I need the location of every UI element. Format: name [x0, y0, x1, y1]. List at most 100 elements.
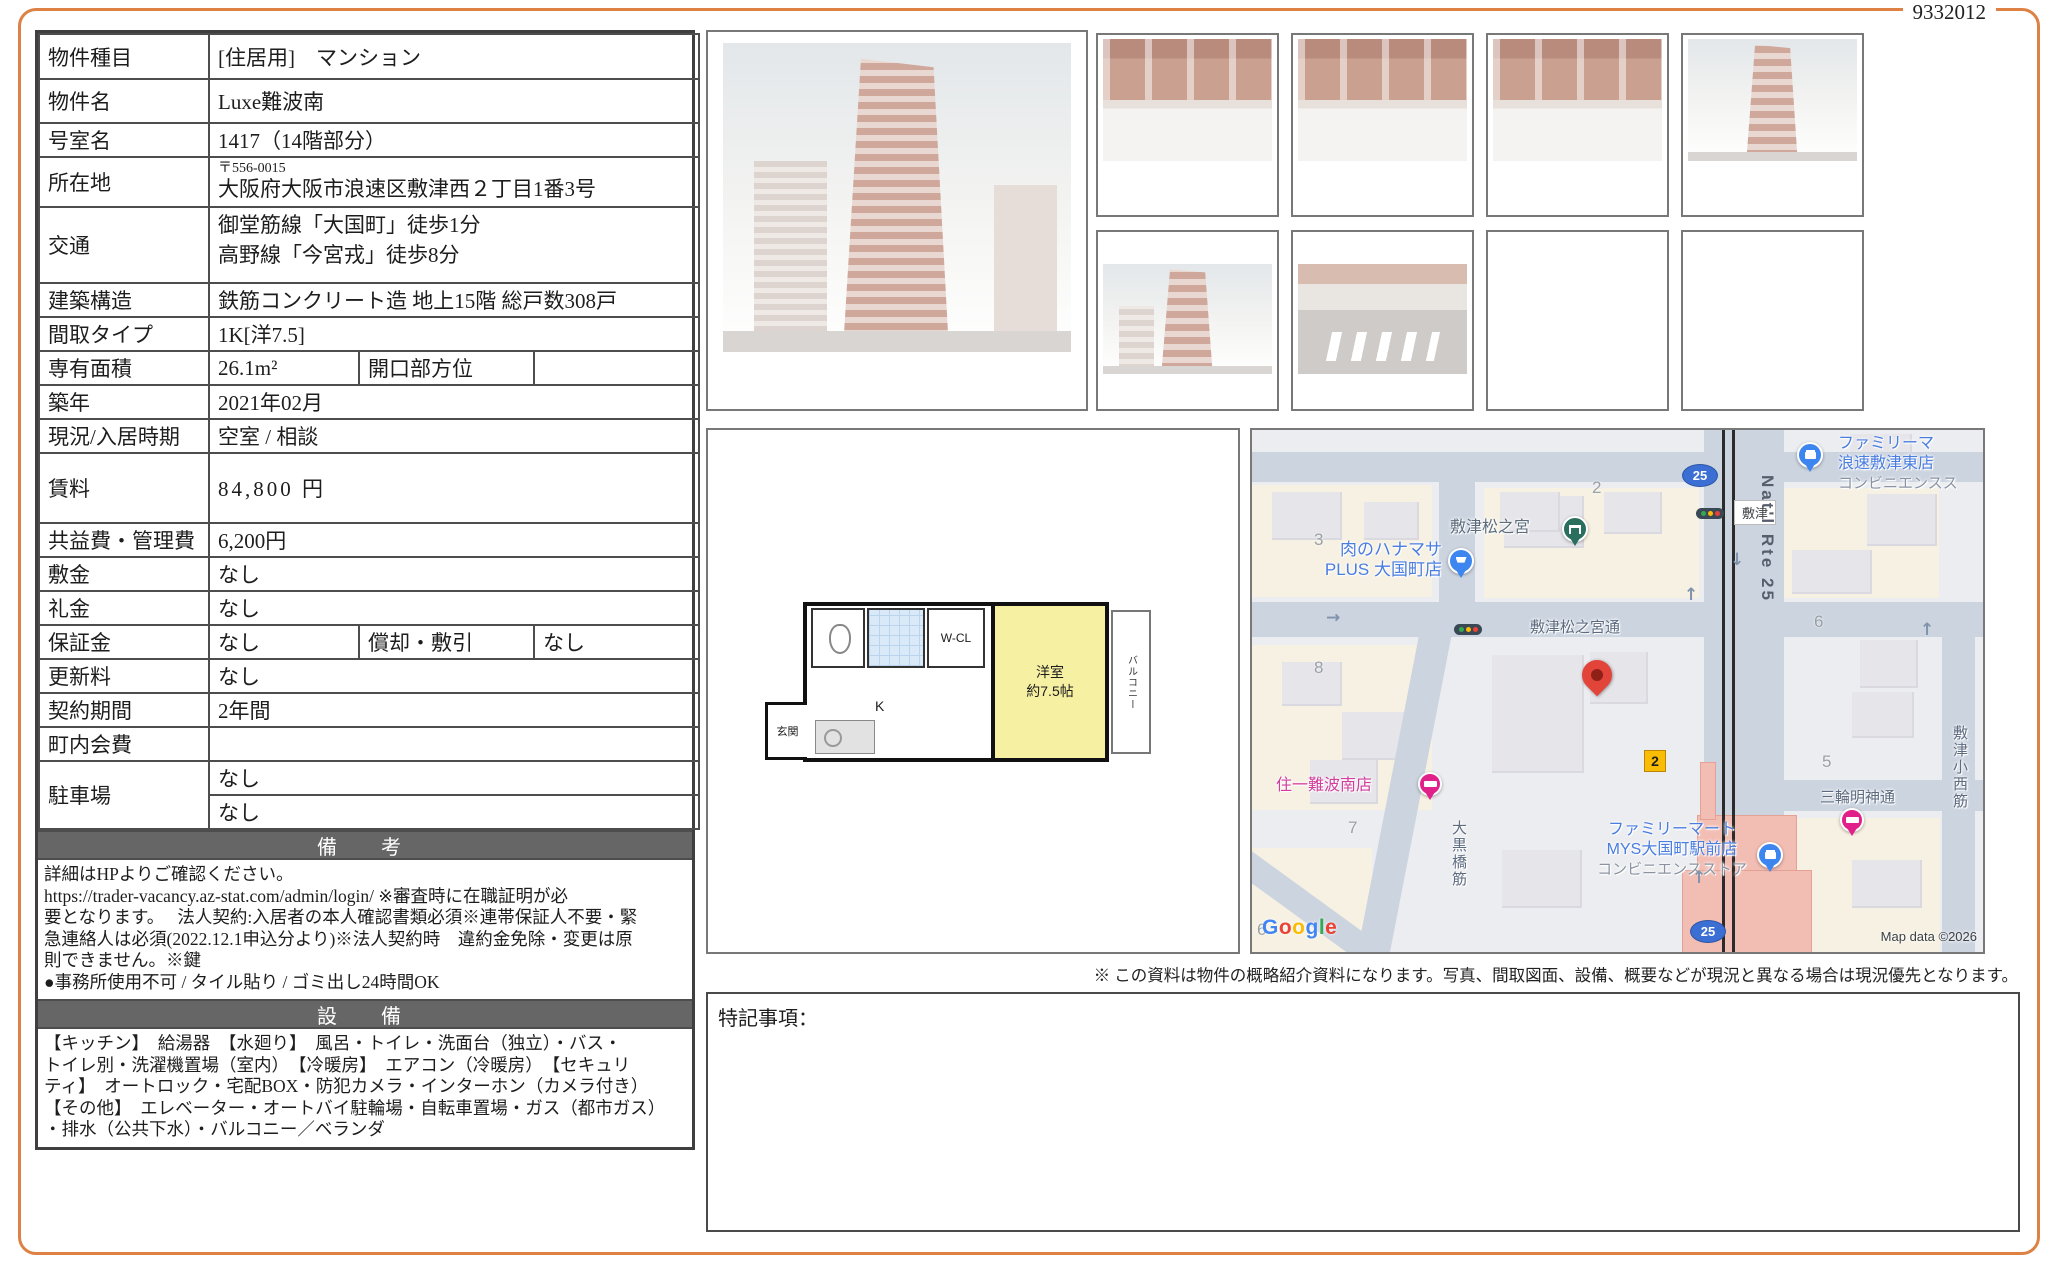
- property-photo-main: [706, 30, 1088, 411]
- oneway-arrow-icon: ↑: [1920, 620, 1934, 640]
- property-photo-thumb-entrance-2: [1291, 33, 1474, 217]
- field-label-room: 号室名: [39, 123, 209, 157]
- field-label-guarantee: 保証金: [39, 625, 209, 659]
- oneway-arrow-icon: ↑: [1692, 868, 1706, 888]
- special-notes-box: 特記事項：: [706, 992, 2020, 1232]
- map-building: [1792, 550, 1872, 594]
- block-number: 6: [1814, 612, 1823, 632]
- floorplan-panel: 玄関 W-CL K 洋室 約7.5帖 バルコニー: [706, 428, 1240, 954]
- field-value-status: 空室 / 相談: [209, 419, 699, 453]
- property-photo-thumb-tower-2: [1096, 230, 1279, 411]
- block-number: 2: [1592, 478, 1601, 498]
- field-label-key-money: 礼金: [39, 591, 209, 625]
- field-value-common-fee: 6,200円: [209, 523, 699, 557]
- map-building: [1852, 692, 1914, 738]
- remarks-text: 詳細はHPよりご確認ください。 https://trader-vacancy.a…: [38, 860, 692, 999]
- field-value-renewal-fee: なし: [209, 659, 699, 693]
- field-label-contract-period: 契約期間: [39, 693, 209, 727]
- block-number: 7: [1348, 818, 1357, 838]
- field-label-structure: 建築構造: [39, 283, 209, 317]
- property-photo-thumb-entrance-3: [1486, 33, 1669, 217]
- floorplan-entrance: 玄関: [765, 702, 807, 760]
- bath-unit-icon: [867, 608, 925, 668]
- field-value-guarantee: なし: [209, 625, 359, 659]
- document-number: 9332012: [1903, 0, 1997, 25]
- field-value-opening-direction: [534, 351, 699, 385]
- property-table: 物件種目 [住居用] マンション 物件名 Luxe難波南 号室名 1417（14…: [38, 33, 700, 830]
- field-value-town-fee: [209, 727, 699, 761]
- poi-label-famima-east: ファミリーマ 浪速敷津東店 コンビニエンスス: [1838, 434, 1985, 494]
- property-photo-thumb-street: [1291, 230, 1474, 411]
- photo-empty-cell-2: [1681, 230, 1864, 411]
- floorplan-drawing: 玄関 W-CL K 洋室 約7.5帖 バルコニー: [763, 602, 1183, 764]
- field-label-amortization: 償却・敷引: [359, 625, 534, 659]
- toilet-icon: [811, 608, 865, 668]
- property-flyer-page: { "doc_number": "9332012", "table": { "r…: [0, 0, 2056, 1265]
- shrine-pin: [1562, 516, 1588, 542]
- property-photo-thumb-tower-1: [1681, 33, 1864, 217]
- map-building: [1272, 492, 1342, 540]
- equipment-header: 設 備: [38, 999, 692, 1029]
- kitchen-counter-icon: [815, 720, 875, 754]
- photo-empty-cell-1: [1486, 230, 1669, 411]
- floorplan-closet: W-CL: [927, 608, 985, 668]
- property-detail-panel: 物件種目 [住居用] マンション 物件名 Luxe難波南 号室名 1417（14…: [35, 30, 695, 1150]
- map-road: [1439, 452, 1475, 637]
- field-label-built-year: 築年: [39, 385, 209, 419]
- field-label-parking: 駐車場: [39, 761, 209, 829]
- field-value-key-money: なし: [209, 591, 699, 625]
- floorplan-balcony: バルコニー: [1111, 610, 1151, 754]
- street-label-shikitsu-matsunomiya-dori: 敷津松之宮通: [1530, 616, 1620, 637]
- traffic-light-icon: [1454, 624, 1482, 635]
- field-label-type: 物件種目: [39, 34, 209, 79]
- remarks-header: 備 考: [38, 830, 692, 860]
- block-number: 5: [1822, 752, 1831, 772]
- map-disclaimer-note: ※ この資料は物件の概略紹介資料になります。写真、間取図面、設備、概要などが現況…: [700, 962, 2018, 986]
- block-number: 8: [1314, 658, 1323, 678]
- field-label-opening-direction: 開口部方位: [359, 351, 534, 385]
- street-label-daikoku-bashi-suji: 大黒橋筋: [1448, 820, 1469, 888]
- field-label-name: 物件名: [39, 79, 209, 123]
- field-value-deposit: なし: [209, 557, 699, 591]
- poi-label-shrine: 敷津松之宮: [1450, 518, 1530, 538]
- hotel-pin: [1418, 772, 1442, 796]
- field-value-name: Luxe難波南: [209, 79, 699, 123]
- equipment-text: 【キッチン】 給湯器 【水廻り】 風呂・トイレ・洗面台（独立）・バス・ トイレ別…: [38, 1029, 692, 1147]
- street-label-shikitsu-konishi-suji: 敷津小西筋: [1949, 725, 1970, 810]
- floorplan-kitchen-label: K: [875, 698, 884, 714]
- map-building: [1364, 502, 1419, 540]
- field-value-parking-1: なし: [209, 761, 699, 795]
- photo-thumbnail-grid: [1096, 33, 1866, 412]
- map-building: [1502, 850, 1582, 908]
- convenience-store-pin: [1797, 442, 1823, 468]
- property-photo-thumb-entrance-1: [1096, 33, 1279, 217]
- field-value-built-year: 2021年02月: [209, 385, 699, 419]
- building-photo: [723, 43, 1071, 352]
- field-value-type: [住居用] マンション: [209, 34, 699, 79]
- location-map: 2 25 25 敷津 敷津松之宮通 三輪明神通 大黒橋筋 敷津小西筋 Nat'l…: [1250, 428, 1985, 954]
- street-label-miwa-myojin-dori: 三輪明神通: [1820, 786, 1895, 807]
- map-building: [1604, 492, 1662, 534]
- supermarket-pin: [1448, 548, 1474, 574]
- oneway-arrow-icon: →: [1326, 608, 1340, 628]
- field-value-amortization: なし: [534, 625, 699, 659]
- field-value-contract-period: 2年間: [209, 693, 699, 727]
- map-building: [1867, 494, 1937, 546]
- route-25-shield: 25: [1682, 464, 1718, 487]
- field-label-renewal-fee: 更新料: [39, 659, 209, 693]
- address-text: 大阪府大阪市浪速区敷津西２丁目1番3号: [218, 177, 692, 201]
- field-label-common-fee: 共益費・管理費: [39, 523, 209, 557]
- field-value-address: 〒556-0015 大阪府大阪市浪速区敷津西２丁目1番3号: [209, 157, 699, 207]
- field-label-deposit: 敷金: [39, 557, 209, 591]
- traffic-light-icon: [1696, 508, 1724, 519]
- field-value-room: 1417（14階部分）: [209, 123, 699, 157]
- field-label-town-fee: 町内会費: [39, 727, 209, 761]
- field-label-address: 所在地: [39, 157, 209, 207]
- map-building: [1852, 860, 1922, 908]
- map-attribution: Map data ©2026: [1881, 929, 1977, 944]
- field-value-access: 御堂筋線「大国町」徒歩1分 高野線「今宮戎」徒歩8分: [209, 207, 699, 283]
- poi-label-sumiichi: 住一難波南店: [1276, 776, 1372, 796]
- field-value-rent: 84,800 円: [209, 453, 699, 523]
- convenience-store-pin: [1757, 842, 1783, 868]
- oneway-arrow-icon: ↓: [1730, 550, 1744, 570]
